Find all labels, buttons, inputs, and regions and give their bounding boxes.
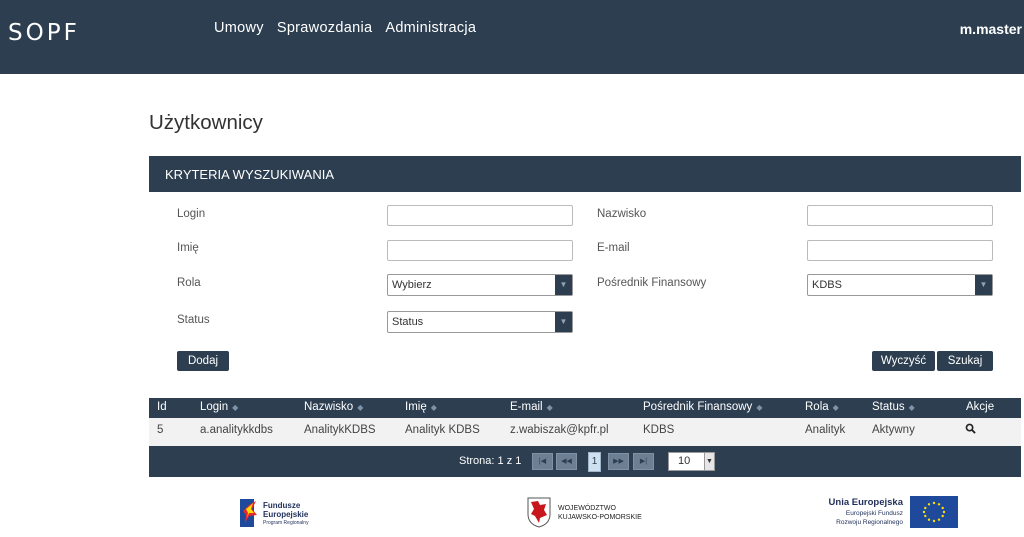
cell-id: 5: [157, 424, 164, 436]
fe-line1: Fundusze: [263, 501, 301, 510]
eu-flag-icon: [910, 496, 958, 528]
page-size-select[interactable]: 10 ▼: [668, 452, 715, 471]
posrednik-label: Pośrednik Finansowy: [597, 277, 707, 289]
coat-of-arms-icon: [527, 497, 551, 528]
email-label: E-mail: [597, 242, 630, 254]
col-posrednik-label: Pośrednik Finansowy: [643, 401, 753, 413]
criteria-header: KRYTERIA WYSZUKIWANIA: [149, 156, 1021, 192]
sort-icon: ◆: [756, 403, 763, 412]
unia-europejska-logo: Unia Europejska Europejski Fundusz Rozwo…: [818, 496, 960, 530]
current-page[interactable]: 1: [588, 452, 601, 472]
sort-icon: ◆: [546, 403, 553, 412]
fe-star-icon: [240, 499, 257, 527]
login-label: Login: [177, 208, 206, 220]
prev-page-icon[interactable]: ◀◀: [556, 453, 577, 470]
login-input[interactable]: [387, 205, 573, 226]
app-logo[interactable]: SOPF: [8, 20, 80, 46]
cell-login: a.analitykkdbs: [200, 424, 273, 436]
chevron-down-icon[interactable]: ▼: [555, 275, 572, 295]
ue-line3: Rozwoju Regionalnego: [836, 519, 903, 526]
sort-icon: ◆: [232, 403, 239, 412]
email-input[interactable]: [807, 240, 993, 261]
clear-button[interactable]: Wyczyść: [872, 351, 935, 371]
imie-input[interactable]: [387, 240, 573, 261]
col-status[interactable]: Status ◆: [872, 401, 915, 413]
nazwisko-input[interactable]: [807, 205, 993, 226]
fe-line3: Program Regionalny: [263, 520, 309, 526]
rola-select[interactable]: Wybierz ▼: [387, 274, 573, 296]
rola-select-value: Wybierz: [392, 279, 432, 291]
ue-line2: Europejski Fundusz: [845, 510, 903, 517]
nav-item-sprawozdania[interactable]: Sprawozdania: [277, 20, 373, 36]
nav-item-umowy[interactable]: Umowy: [214, 20, 264, 36]
add-button[interactable]: Dodaj: [177, 351, 229, 371]
pagination-bar: Strona: 1 z 1 |◀ ◀◀ 1 ▶▶ ▶| 10 ▼: [149, 446, 1021, 477]
nav-item-administracja[interactable]: Administracja: [385, 20, 476, 36]
imie-label: Imię: [177, 242, 199, 254]
chevron-down-icon[interactable]: ▼: [555, 312, 572, 332]
fundusze-europejskie-logo: Fundusze Europejskie Program Regionalny: [240, 497, 320, 529]
main-nav: Umowy Sprawozdania Administracja: [214, 20, 476, 36]
sort-icon: ◆: [832, 403, 839, 412]
chevron-down-icon[interactable]: ▼: [704, 453, 714, 470]
cell-status: Aktywny: [872, 424, 915, 436]
col-email[interactable]: E-mail ◆: [510, 401, 553, 413]
user-menu[interactable]: m.master: [960, 21, 1022, 37]
col-nazwisko[interactable]: Nazwisko ◆: [304, 401, 363, 413]
col-id-label: Id: [157, 401, 167, 413]
col-rola[interactable]: Rola ◆: [805, 401, 839, 413]
col-status-label: Status: [872, 401, 905, 413]
col-akcje: Akcje: [966, 401, 995, 413]
nazwisko-label: Nazwisko: [597, 208, 647, 220]
fe-line2: Europejskie: [263, 510, 309, 519]
cell-imie: Analityk KDBS: [405, 424, 480, 436]
col-rola-label: Rola: [805, 401, 829, 413]
status-select-value: Status: [392, 316, 424, 328]
woj-line1: WOJEWÓDZTWO: [558, 505, 616, 512]
chevron-down-icon[interactable]: ▼: [975, 275, 992, 295]
sort-icon: ◆: [908, 403, 915, 412]
sort-icon: ◆: [430, 403, 437, 412]
posrednik-select-value: KDBS: [812, 279, 842, 291]
sort-icon: ◆: [357, 403, 364, 412]
page-size-value: 10: [678, 455, 691, 467]
status-select[interactable]: Status ▼: [387, 311, 573, 333]
col-login-label: Login: [200, 401, 229, 413]
table-header: Id Login ◆ Nazwisko ◆ Imię ◆ E-mail ◆ Pośred…: [149, 398, 1021, 418]
last-page-icon[interactable]: ▶|: [633, 453, 654, 470]
col-id[interactable]: Id: [157, 401, 167, 413]
status-label: Status: [177, 314, 210, 326]
page-title: Użytkownicy: [149, 111, 263, 134]
next-page-icon[interactable]: ▶▶: [608, 453, 629, 470]
col-login[interactable]: Login ◆: [200, 401, 238, 413]
col-imie-label: Imię: [405, 401, 427, 413]
posrednik-select[interactable]: KDBS ▼: [807, 274, 993, 296]
cell-rola: Analityk: [805, 424, 846, 436]
top-navbar: SOPF Umowy Sprawozdania Administracja m.…: [0, 0, 1024, 74]
table-row[interactable]: 5 a.analitykkdbs AnalitykKDBS Analityk K…: [149, 418, 1021, 446]
wojewodztwo-logo: WOJEWÓDZTWO KUJAWSKO-POMORSKIE: [526, 496, 656, 530]
cell-nazwisko: AnalitykKDBS: [304, 424, 376, 436]
cell-email: z.wabiszak@kpfr.pl: [510, 424, 609, 436]
col-imie[interactable]: Imię ◆: [405, 401, 437, 413]
rola-label: Rola: [177, 277, 201, 289]
col-posrednik[interactable]: Pośrednik Finansowy ◆: [643, 401, 762, 413]
page-info: Strona: 1 z 1: [459, 455, 522, 467]
col-email-label: E-mail: [510, 401, 543, 413]
cell-posrednik: KDBS: [643, 424, 675, 436]
search-icon[interactable]: [965, 423, 976, 437]
ue-line1: Unia Europejska: [828, 497, 903, 508]
col-nazwisko-label: Nazwisko: [304, 401, 354, 413]
search-button[interactable]: Szukaj: [937, 351, 993, 371]
first-page-icon[interactable]: |◀: [532, 453, 553, 470]
woj-line2: KUJAWSKO-POMORSKIE: [558, 514, 642, 521]
